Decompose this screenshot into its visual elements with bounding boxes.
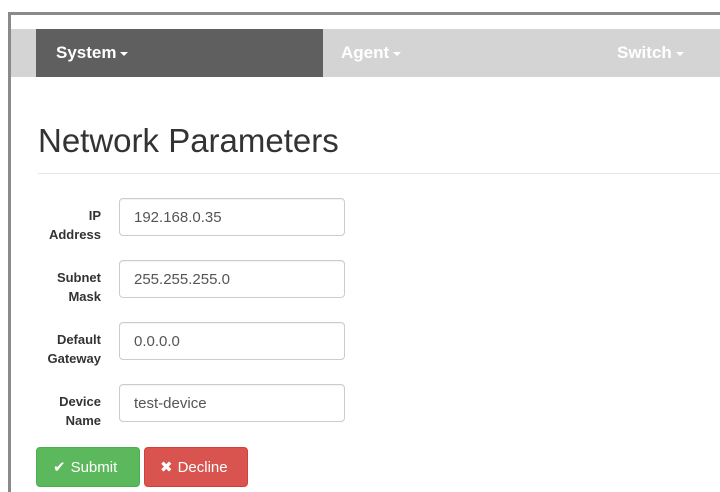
device-name-label: Device Name — [31, 392, 101, 430]
device-name-input[interactable] — [119, 384, 345, 422]
nav-agent-label: Agent — [341, 43, 390, 62]
ip-address-label-line2: Address — [48, 227, 101, 242]
decline-label: Decline — [177, 459, 228, 476]
caret-down-icon — [120, 51, 129, 56]
nav-switch-dropdown[interactable]: Switch — [617, 29, 720, 77]
nav-agent-dropdown[interactable]: Agent — [341, 29, 501, 77]
page-title: Network Parameters — [38, 122, 339, 159]
top-navbar: System Agent Switch — [11, 29, 720, 77]
nav-switch-label: Switch — [617, 43, 672, 62]
default-gateway-label-line1: Default — [56, 332, 101, 347]
subnet-mask-label: Subnet Mask — [31, 268, 101, 306]
subnet-mask-label-line2: Mask — [68, 289, 101, 304]
ip-address-label-line1: IP — [88, 208, 101, 223]
decline-button[interactable]: ✖ Decline — [144, 447, 248, 487]
caret-down-icon — [675, 51, 684, 56]
nav-system-dropdown[interactable]: System — [36, 29, 323, 77]
default-gateway-input[interactable] — [119, 322, 345, 360]
app-frame: System Agent Switch Network Parameters I… — [8, 12, 720, 492]
device-name-label-line2: Name — [65, 413, 101, 428]
default-gateway-label: Default Gateway — [31, 330, 101, 368]
check-icon: ✔ — [53, 459, 66, 476]
subnet-mask-label-line1: Subnet — [56, 270, 101, 285]
default-gateway-label-line2: Gateway — [47, 351, 101, 366]
submit-label: Submit — [70, 459, 118, 476]
times-icon: ✖ — [160, 459, 173, 476]
submit-button[interactable]: ✔ Submit — [36, 447, 140, 487]
nav-system-label: System — [56, 43, 117, 62]
subnet-mask-input[interactable] — [119, 260, 345, 298]
device-name-label-line1: Device — [59, 394, 101, 409]
title-divider — [38, 173, 720, 174]
ip-address-input[interactable] — [119, 198, 345, 236]
caret-down-icon — [393, 51, 402, 56]
ip-address-label: IP Address — [31, 206, 101, 244]
